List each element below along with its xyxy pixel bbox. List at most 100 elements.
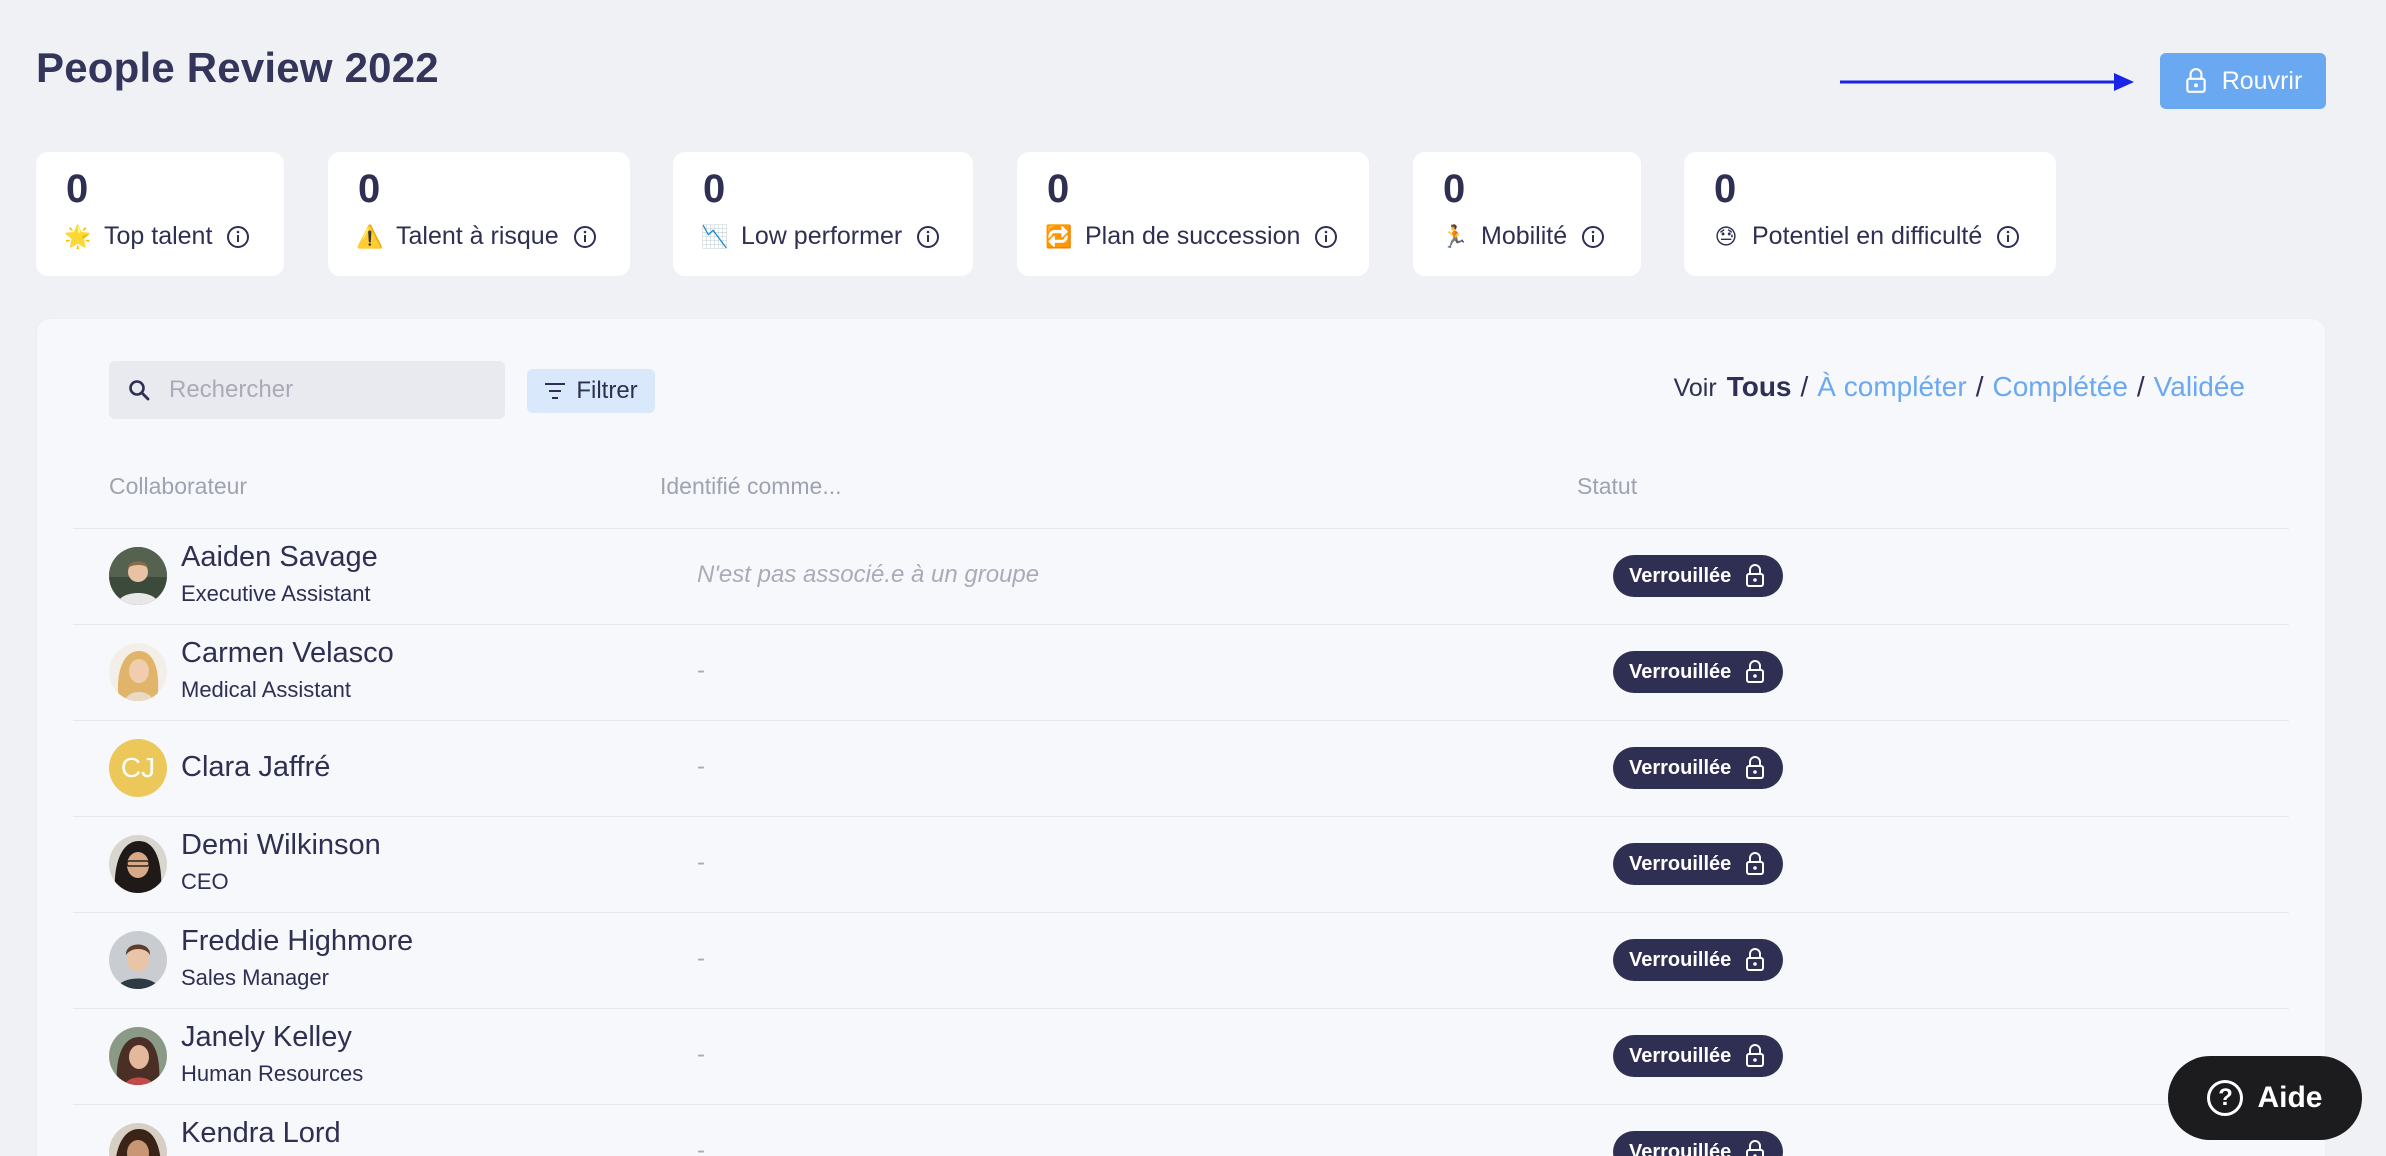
info-icon[interactable] — [1581, 225, 1605, 249]
group-text: - — [697, 1137, 705, 1156]
view-label: Voir — [1673, 374, 1717, 402]
lock-icon — [1746, 564, 1765, 587]
status-badge: Verrouillée — [1613, 555, 1784, 597]
stat-label: Low performer — [741, 222, 903, 250]
warning-icon: ⚠️ — [356, 223, 384, 249]
status-label: Verrouillée — [1629, 660, 1732, 683]
filter-label: Filtrer — [576, 377, 638, 404]
stat-label: Top talent — [104, 222, 213, 250]
person-name: Aaiden Savage — [181, 541, 378, 573]
view-completed[interactable]: Complétée — [1992, 371, 2127, 403]
view-switch: Voir Tous / À compléter / Complétée / Va… — [1674, 371, 2245, 403]
status-badge: Verrouillée — [1613, 939, 1784, 981]
column-header-status[interactable]: Statut — [1577, 473, 1637, 500]
status-label: Verrouillée — [1629, 564, 1732, 587]
stat-card-succession-plan: 0 🔁 Plan de succession — [1017, 152, 1369, 276]
avatar — [109, 835, 167, 893]
status-badge: Verrouillée — [1613, 1131, 1784, 1156]
stat-value: 0 — [1714, 167, 1737, 211]
avatar — [109, 931, 167, 989]
avatar — [109, 1123, 167, 1156]
stat-card-top-talent: 0 🌟 Top talent — [36, 152, 284, 276]
search-field[interactable] — [109, 361, 505, 419]
star-icon: 🌟 — [64, 223, 92, 249]
status-badge: Verrouillée — [1613, 1035, 1784, 1077]
chart-down-icon: 📉 — [701, 223, 729, 249]
group-text: - — [697, 945, 705, 972]
filter-button[interactable]: Filtrer — [527, 369, 655, 413]
help-label: Aide — [2257, 1081, 2323, 1114]
review-panel: Filtrer Voir Tous / À compléter / Complé… — [36, 318, 2326, 1156]
person-role: Sales Manager — [181, 965, 329, 990]
repeat-icon: 🔁 — [1045, 223, 1073, 249]
sad-face-icon: 😓 — [1714, 223, 1738, 249]
table-row[interactable]: Demi Wilkinson CEO - Verrouillée — [73, 817, 2289, 913]
person-name: Janely Kelley — [181, 1021, 352, 1053]
table-row[interactable]: Kendra Lord - Verrouillée — [73, 1105, 2289, 1156]
stat-label: Plan de succession — [1085, 222, 1301, 250]
column-header-collaborator[interactable]: Collaborateur — [109, 473, 247, 500]
avatar-photo — [109, 547, 167, 605]
column-header-identified-as[interactable]: Identifié comme... — [660, 473, 842, 500]
table-row[interactable]: Freddie Highmore Sales Manager - Verroui… — [73, 913, 2289, 1009]
status-label: Verrouillée — [1629, 1140, 1732, 1156]
info-icon[interactable] — [916, 225, 940, 249]
info-icon[interactable] — [226, 225, 250, 249]
stat-value: 0 — [703, 167, 726, 211]
group-text: N'est pas associé.e à un groupe — [697, 561, 1040, 588]
stat-value: 0 — [358, 167, 381, 211]
person-name: Clara Jaffré — [181, 751, 331, 783]
info-icon[interactable] — [1314, 225, 1338, 249]
lock-icon — [1746, 756, 1765, 779]
stat-card-mobility: 0 🏃 Mobilité — [1413, 152, 1641, 276]
stat-label: Talent à risque — [396, 222, 559, 250]
search-icon — [129, 380, 150, 401]
view-separator: / — [1975, 371, 1984, 402]
group-text: - — [697, 753, 705, 780]
lock-icon — [2185, 68, 2206, 93]
table-row[interactable]: CJ Clara Jaffré - Verrouillée — [73, 721, 2289, 817]
lock-icon — [1746, 1044, 1765, 1067]
lock-icon — [1746, 852, 1765, 875]
view-separator: / — [2136, 371, 2145, 402]
help-button[interactable]: ? Aide — [2168, 1056, 2362, 1140]
question-icon: ? — [2207, 1080, 2244, 1116]
status-badge: Verrouillée — [1613, 651, 1784, 693]
status-badge: Verrouillée — [1613, 843, 1784, 885]
info-icon[interactable] — [1996, 225, 2020, 249]
reopen-label: Rouvrir — [2221, 66, 2303, 95]
person-name: Demi Wilkinson — [181, 829, 381, 861]
person-name: Kendra Lord — [181, 1117, 341, 1149]
search-input[interactable] — [169, 376, 469, 404]
group-text: - — [697, 657, 705, 684]
person-role: Medical Assistant — [181, 677, 351, 702]
info-icon[interactable] — [573, 225, 597, 249]
stat-card-potential-difficulty: 0 😓 Potentiel en difficulté — [1684, 152, 2056, 276]
avatar — [109, 643, 167, 701]
person-role: CEO — [181, 869, 229, 894]
stat-card-talent-risk: 0 ⚠️ Talent à risque — [328, 152, 630, 276]
reopen-button[interactable]: Rouvrir — [2160, 53, 2326, 109]
stat-value: 0 — [66, 167, 89, 211]
arrow-annotation — [1840, 73, 2134, 91]
table-row[interactable]: Aaiden Savage Executive Assistant N'est … — [73, 529, 2289, 625]
view-to-complete[interactable]: À compléter — [1817, 371, 1966, 403]
avatar — [109, 547, 167, 605]
status-label: Verrouillée — [1629, 852, 1732, 875]
page-title: People Review 2022 — [36, 44, 439, 91]
table-row[interactable]: Carmen Velasco Medical Assistant - Verro… — [73, 625, 2289, 721]
avatar-photo — [109, 643, 167, 701]
view-validated[interactable]: Validée — [2154, 371, 2245, 403]
avatar-photo — [109, 931, 167, 989]
stat-card-low-performer: 0 📉 Low performer — [673, 152, 973, 276]
runner-icon: 🏃 — [1441, 223, 1469, 249]
person-role: Human Resources — [181, 1061, 364, 1086]
avatar-photo — [109, 1027, 167, 1085]
group-text: - — [697, 1041, 705, 1068]
lock-icon — [1746, 1140, 1765, 1156]
status-label: Verrouillée — [1629, 756, 1732, 779]
table-row[interactable]: Janely Kelley Human Resources - Verrouil… — [73, 1009, 2289, 1105]
view-all[interactable]: Tous — [1727, 371, 1792, 403]
person-role: Executive Assistant — [181, 581, 371, 606]
view-separator: / — [1800, 371, 1809, 402]
